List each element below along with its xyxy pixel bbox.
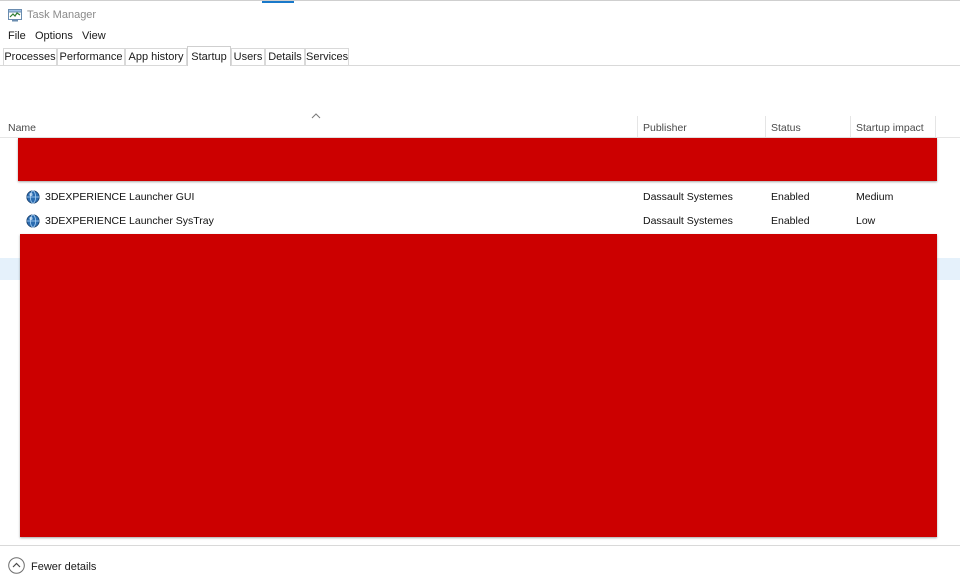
tab-performance[interactable]: Performance — [57, 48, 125, 65]
globe-icon — [26, 190, 40, 204]
row-startup-impact: Medium — [856, 191, 894, 203]
column-header-name[interactable]: Name — [8, 122, 36, 134]
tab-services[interactable]: Services — [305, 48, 349, 65]
task-manager-window: Task Manager File Options View Processes… — [0, 0, 960, 588]
tab-users[interactable]: Users — [231, 48, 265, 65]
column-divider[interactable] — [850, 116, 851, 138]
column-divider[interactable] — [637, 116, 638, 138]
tab-app-history[interactable]: App history — [125, 48, 187, 65]
row-name: 3DEXPERIENCE Launcher GUI — [45, 191, 195, 203]
task-manager-icon — [8, 9, 22, 22]
table-row[interactable]: 3DEXPERIENCE Launcher SysTray Dassault S… — [0, 210, 960, 234]
row-publisher: Dassault Systemes — [643, 215, 733, 227]
row-status: Enabled — [771, 191, 810, 203]
table-row[interactable]: 3DEXPERIENCE Launcher GUI Dassault Syste… — [0, 186, 960, 210]
redaction-block-top — [18, 138, 937, 181]
column-header-startup-impact[interactable]: Startup impact — [856, 122, 924, 134]
row-name: 3DEXPERIENCE Launcher SysTray — [45, 215, 214, 227]
row-status: Enabled — [771, 215, 810, 227]
tab-startup[interactable]: Startup — [187, 46, 231, 66]
title-bar: Task Manager — [0, 0, 960, 28]
menu-file[interactable]: File — [8, 30, 26, 42]
tab-processes[interactable]: Processes — [3, 48, 57, 65]
row-startup-impact: Low — [856, 215, 876, 227]
fewer-details-link[interactable]: Fewer details — [31, 561, 96, 573]
title-accent — [262, 1, 294, 3]
menu-view[interactable]: View — [82, 30, 106, 42]
column-header-row: Name Publisher Status Startup impact — [0, 116, 960, 138]
column-divider[interactable] — [765, 116, 766, 138]
column-header-publisher[interactable]: Publisher — [643, 122, 687, 134]
chevron-up-circle-icon[interactable] — [8, 557, 25, 574]
column-divider[interactable] — [935, 116, 936, 138]
menu-bar: File Options View — [0, 28, 960, 46]
row-publisher: Dassault Systemes — [643, 191, 733, 203]
menu-options[interactable]: Options — [35, 30, 73, 42]
tab-details[interactable]: Details — [265, 48, 305, 65]
redaction-block-bottom — [20, 234, 937, 537]
column-header-status[interactable]: Status — [771, 122, 801, 134]
tab-strip: Processes Performance App history Startu… — [0, 46, 960, 66]
window-title: Task Manager — [27, 9, 97, 21]
globe-icon — [26, 214, 40, 228]
footer-bar: Fewer details — [0, 545, 960, 588]
